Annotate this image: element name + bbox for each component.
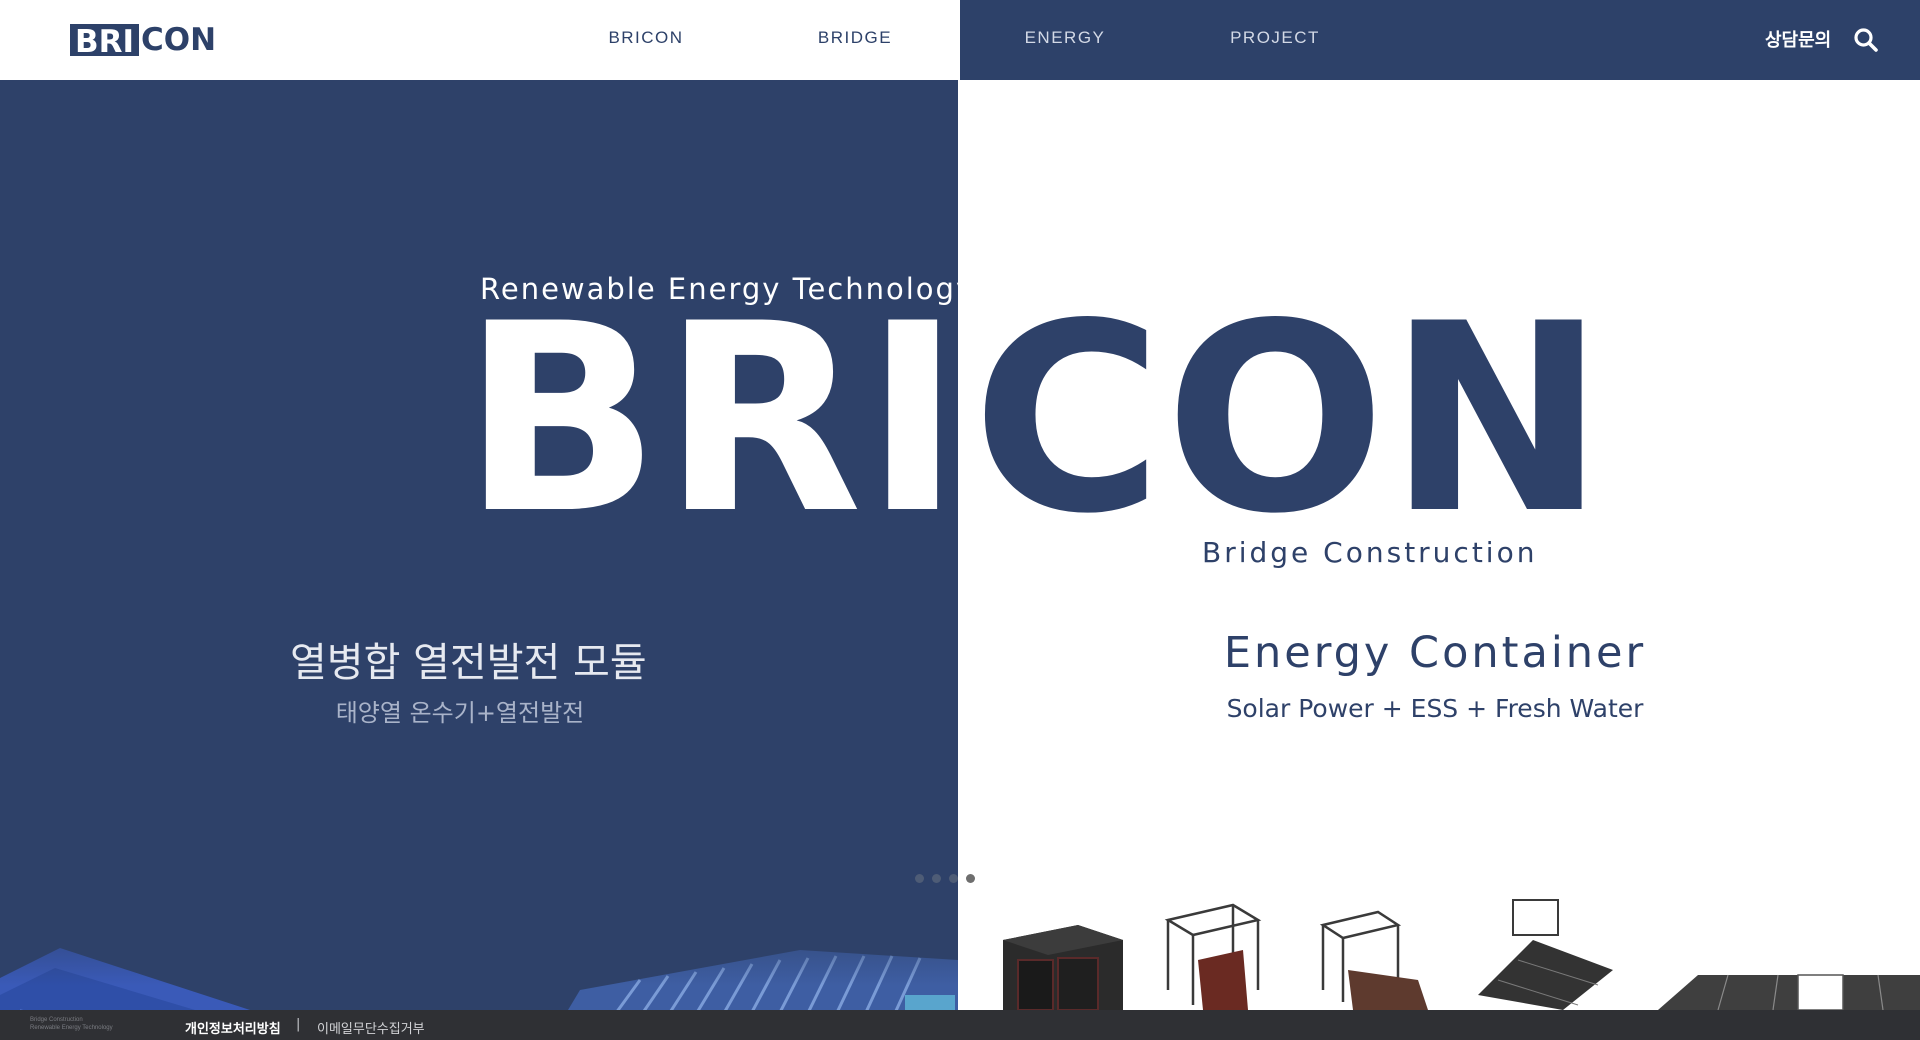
slide-dot-3[interactable] [949,874,958,883]
hero-wordmark-right: CON [972,269,1608,571]
logo-plain-text: CON [141,22,217,58]
left-panel-title: 열병합 열전발전 모듈 [290,640,647,686]
slide-pager [915,874,975,883]
slide-dot-1[interactable] [915,874,924,883]
footer-separator: | [296,1017,301,1032]
bricon-logo[interactable]: BRI CON [70,22,217,58]
search-icon[interactable] [1852,26,1880,54]
site-header: BRI CON BRICON BRIDGE ENERGY PROJECT 상담문… [0,0,1920,80]
right-panel-subtitle: Solar Power + ESS + Fresh Water [1226,694,1644,723]
slide-dot-2[interactable] [932,874,941,883]
footer-mini-text: Bridge Construction Renewable Energy Tec… [30,1016,113,1032]
left-panel-subtitle: 태양열 온수기+열전발전 [335,699,585,727]
nav-bridge[interactable]: BRIDGE [785,28,925,52]
nav-project[interactable]: PROJECT [1205,28,1345,52]
privacy-policy-link[interactable]: 개인정보처리방침 [185,1018,281,1037]
consult-link[interactable]: 상담문의 [1765,26,1831,52]
right-panel-title: Energy Container [1223,628,1647,678]
site-footer: Bridge Construction Renewable Energy Tec… [0,1010,1920,1040]
logo-boxed-text: BRI [70,24,140,58]
email-refusal-link[interactable]: 이메일무단수집거부 [317,1018,425,1037]
nav-energy[interactable]: ENERGY [995,28,1135,52]
footer-mini-line: Renewable Energy Technology [30,1025,113,1031]
hero-wordmark-left: BRI [462,269,964,571]
solar-module-illustration [0,900,958,1010]
slide-dot-4[interactable] [966,874,975,883]
footer-mini-line: Bridge Construction [30,1017,83,1023]
energy-container-illustration [1003,899,1920,1010]
nav-bricon[interactable]: BRICON [576,28,716,52]
hero-subtagline: Bridge Construction [1202,536,1538,569]
